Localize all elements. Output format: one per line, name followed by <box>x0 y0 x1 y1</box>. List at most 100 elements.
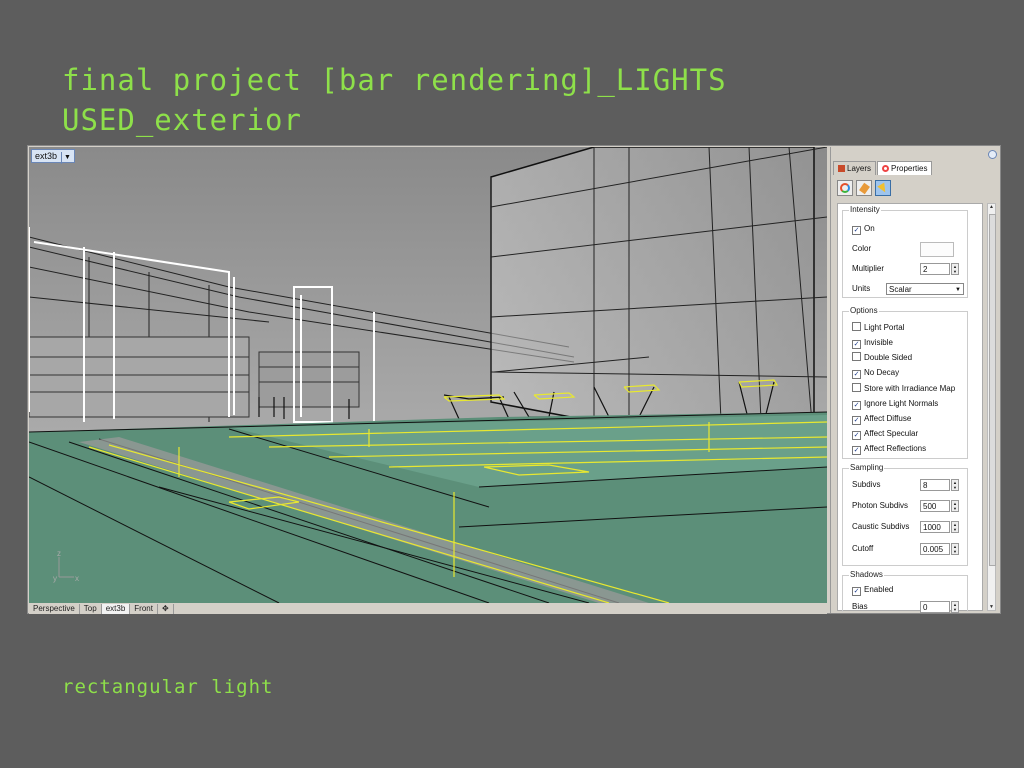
slide-title-line-1: final project [bar rendering]_LIGHTS <box>62 63 727 97</box>
properties-icon-bar <box>837 180 894 200</box>
light-icon[interactable] <box>875 180 891 196</box>
option-store-irradiance[interactable]: Store with Irradiance Map <box>852 383 967 395</box>
rhino-app-window: ext3b ▼ y z x Perspective Top ext3b Fron… <box>27 145 1001 614</box>
option-double-sided-checkbox[interactable] <box>852 352 861 361</box>
option-store-irradiance-label: Store with Irradiance Map <box>864 384 956 393</box>
intensity-multiplier-row: Multiplier 2 ▲ ▼ <box>852 263 967 275</box>
viewport-title-label: ext3b <box>35 151 58 161</box>
group-sampling-title: Sampling <box>849 463 885 472</box>
tab-top[interactable]: Top <box>80 604 102 614</box>
shadows-enabled-checkbox[interactable]: ✓ <box>852 587 861 596</box>
intensity-multiplier-label: Multiplier <box>852 264 885 273</box>
scroll-down-icon[interactable]: ▼ <box>988 604 995 610</box>
option-ignore-normals-checkbox[interactable]: ✓ <box>852 401 861 410</box>
intensity-units-row: Units Scalar ▼ <box>852 283 967 295</box>
add-viewport-icon[interactable]: ✥ <box>158 604 174 614</box>
option-ignore-normals[interactable]: ✓ Ignore Light Normals <box>852 398 967 410</box>
material-icon[interactable] <box>837 180 853 196</box>
chevron-down-icon: ▼ <box>955 287 961 293</box>
option-no-decay-label: No Decay <box>864 368 900 377</box>
option-affect-specular-checkbox[interactable]: ✓ <box>852 431 861 440</box>
shadows-bias-label: Bias <box>852 602 868 611</box>
tab-properties[interactable]: Properties <box>877 161 933 175</box>
photon-spinner[interactable]: ▲ ▼ <box>951 500 959 512</box>
tab-perspective[interactable]: Perspective <box>29 604 80 614</box>
intensity-on-row[interactable]: ✓ On <box>852 223 967 235</box>
option-no-decay[interactable]: ✓ No Decay <box>852 367 967 379</box>
bias-spinner[interactable]: ▲ ▼ <box>951 601 959 613</box>
sampling-subdivs-input[interactable]: 8 <box>920 479 950 491</box>
panel-scrollbar[interactable]: ▲ ▼ <box>987 203 996 611</box>
tab-ext3b[interactable]: ext3b <box>101 604 131 614</box>
properties-icon <box>882 165 890 172</box>
units-select[interactable]: Scalar ▼ <box>886 283 964 295</box>
slide-title-line-2: USED_exterior <box>62 103 302 137</box>
intensity-units-label: Units <box>852 284 871 293</box>
viewport-menu-arrow-icon[interactable]: ▼ <box>61 152 71 164</box>
option-affect-reflections[interactable]: ✓ Affect Reflections <box>852 443 967 455</box>
axis-label-y: y <box>53 574 57 583</box>
render-brush-icon[interactable] <box>856 180 872 196</box>
option-double-sided-label: Double Sided <box>864 353 913 362</box>
shadows-bias-input[interactable]: 0 <box>920 601 950 613</box>
intensity-color-row: Color <box>852 242 967 257</box>
option-double-sided[interactable]: Double Sided <box>852 352 967 364</box>
intensity-color-label: Color <box>852 244 872 253</box>
option-affect-reflections-checkbox[interactable]: ✓ <box>852 446 861 455</box>
option-light-portal-label: Light Portal <box>864 323 905 332</box>
option-affect-specular[interactable]: ✓ Affect Specular <box>852 428 967 440</box>
option-ignore-normals-label: Ignore Light Normals <box>864 399 939 408</box>
option-invisible-checkbox[interactable]: ✓ <box>852 340 861 349</box>
sampling-photon-input[interactable]: 500 <box>920 500 950 512</box>
intensity-color-swatch[interactable] <box>920 242 954 257</box>
slide-title: final project [bar rendering]_LIGHTS USE… <box>62 60 962 140</box>
intensity-multiplier-input[interactable]: 2 <box>920 263 950 275</box>
option-affect-diffuse-checkbox[interactable]: ✓ <box>852 416 861 425</box>
sampling-caustic-row: Caustic Subdivs 1000 ▲ ▼ <box>852 521 967 533</box>
group-intensity: Intensity ✓ On Color Multiplier 2 ▲ ▼ Unit… <box>842 205 968 298</box>
option-invisible[interactable]: ✓ Invisible <box>852 337 967 349</box>
scroll-up-icon[interactable]: ▲ <box>988 204 995 210</box>
option-store-irradiance-checkbox[interactable] <box>852 383 861 392</box>
option-light-portal[interactable]: Light Portal <box>852 322 967 334</box>
option-affect-reflections-label: Affect Reflections <box>864 444 927 453</box>
option-light-portal-checkbox[interactable] <box>852 322 861 331</box>
slide-caption: rectangular light <box>62 676 274 698</box>
viewport-tabs: Perspective Top ext3b Front ✥ <box>29 604 827 614</box>
option-affect-diffuse[interactable]: ✓ Affect Diffuse <box>852 413 967 425</box>
layers-icon <box>838 165 845 172</box>
sampling-caustic-input[interactable]: 1000 <box>920 521 950 533</box>
intensity-on-checkbox[interactable]: ✓ <box>852 226 861 235</box>
group-options-title: Options <box>849 306 879 315</box>
units-select-value: Scalar <box>889 285 912 294</box>
group-shadows: Shadows ✓ Enabled Bias 0 ▲ ▼ <box>842 570 968 613</box>
intensity-on-label: On <box>864 224 875 233</box>
properties-scroll-area[interactable]: Intensity ✓ On Color Multiplier 2 ▲ ▼ Unit… <box>837 203 983 613</box>
sampling-subdivs-label: Subdivs <box>852 480 881 489</box>
viewport-title-tab[interactable]: ext3b ▼ <box>31 149 75 164</box>
sampling-cutoff-input[interactable]: 0.005 <box>920 543 950 555</box>
properties-panel: Layers Properties Intensity ✓ On Color M… <box>830 147 1000 613</box>
option-no-decay-checkbox[interactable]: ✓ <box>852 370 861 379</box>
sampling-cutoff-row: Cutoff 0.005 ▲ ▼ <box>852 543 967 555</box>
multiplier-spinner[interactable]: ▲ ▼ <box>951 263 959 275</box>
caustic-spinner[interactable]: ▲ ▼ <box>951 521 959 533</box>
option-affect-specular-label: Affect Specular <box>864 429 919 438</box>
tab-properties-label: Properties <box>891 164 928 173</box>
wireframe-scene: y z x <box>29 147 827 603</box>
scrollbar-thumb[interactable] <box>989 214 996 566</box>
group-intensity-title: Intensity <box>849 205 881 214</box>
viewport-ext3b[interactable]: ext3b ▼ y z x <box>29 147 827 603</box>
shadows-enabled-row[interactable]: ✓ Enabled <box>852 584 967 596</box>
cutoff-spinner[interactable]: ▲ ▼ <box>951 543 959 555</box>
tab-layers[interactable]: Layers <box>833 161 877 175</box>
close-icon[interactable] <box>988 150 997 159</box>
subdivs-spinner[interactable]: ▲ ▼ <box>951 479 959 491</box>
group-sampling: Sampling Subdivs 8 ▲ ▼ Photon Subdivs 500… <box>842 463 968 566</box>
tab-front[interactable]: Front <box>130 604 158 614</box>
group-options: Options Light Portal ✓ Invisible Double S… <box>842 306 968 459</box>
option-affect-diffuse-label: Affect Diffuse <box>864 414 912 423</box>
axis-label-x: x <box>75 574 79 583</box>
shadows-bias-row: Bias 0 ▲ ▼ <box>852 601 967 613</box>
group-shadows-title: Shadows <box>849 570 884 579</box>
